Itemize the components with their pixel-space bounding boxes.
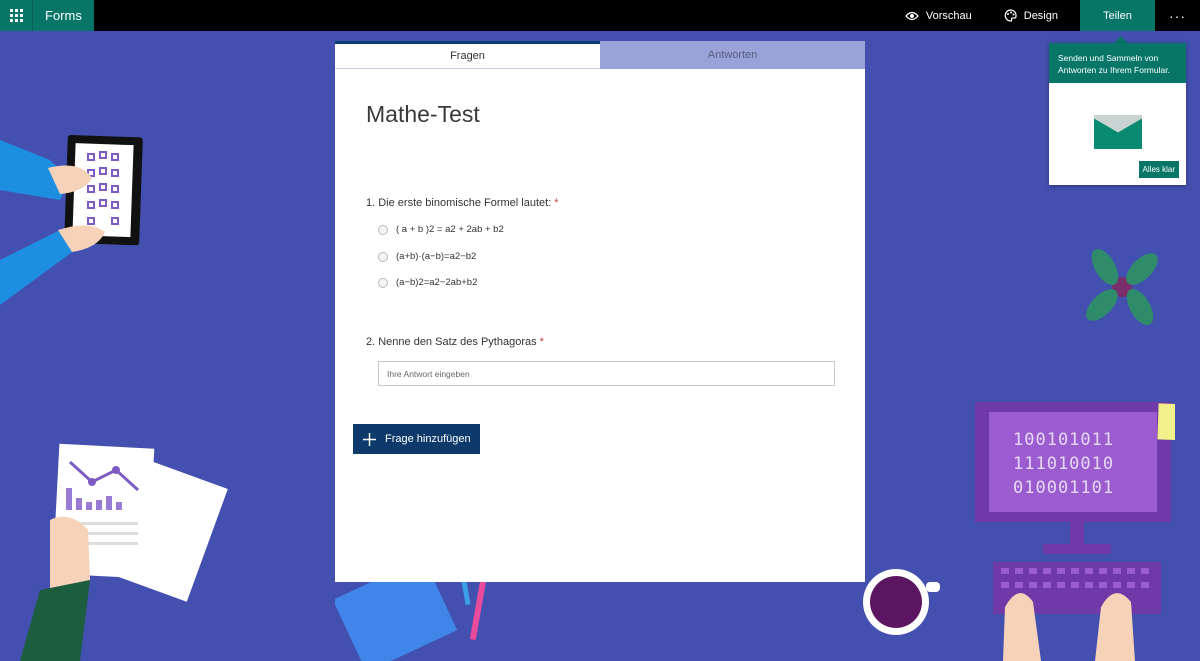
chart-papers-illustration: [20, 443, 228, 661]
design-button[interactable]: Design: [988, 0, 1074, 31]
waffle-icon: [9, 9, 23, 22]
design-label: Design: [1023, 9, 1058, 22]
binary-line: 010001101: [1013, 478, 1115, 498]
add-question-button[interactable]: Frage hinzufügen: [353, 424, 480, 454]
question-1-option-2[interactable]: (a+b)·(a−b)=a2−b2: [378, 251, 476, 262]
question-1-option-1[interactable]: ( a + b )2 = a2 + 2ab + b2: [378, 224, 504, 235]
radio-button[interactable]: [378, 224, 388, 235]
question-2-text: 2. Nenne den Satz des Pythagoras: [366, 336, 537, 348]
monitor-illustration: 100101011 111010010 010001101: [975, 402, 1175, 661]
popover-text: Senden und Sammeln von Antworten zu Ihre…: [1049, 43, 1186, 83]
got-it-button[interactable]: Alles klar: [1138, 161, 1179, 178]
required-marker: *: [554, 197, 559, 209]
required-marker: *: [539, 336, 544, 348]
leaf-plant-illustration: [1086, 248, 1158, 326]
binary-line: 100101011: [1013, 430, 1115, 450]
question-1-title[interactable]: 1. Die erste binomische Formel lautet: *: [366, 197, 559, 209]
coffee-cup-illustration: [863, 569, 940, 635]
top-bar: Forms Vorschau Design Teilen ···: [0, 0, 1200, 31]
binary-line: 111010010: [1013, 454, 1115, 474]
form-title[interactable]: Mathe-Test: [366, 101, 480, 128]
option-label: (a+b)·(a−b)=a2−b2: [396, 251, 477, 262]
option-label: (a−b)2=a2−2ab+b2: [396, 277, 478, 288]
book-illustration: [335, 575, 487, 661]
question-1-text: 1. Die erste binomische Formel lautet:: [366, 197, 552, 209]
preview-button[interactable]: Vorschau: [889, 0, 988, 31]
app-name[interactable]: Forms: [32, 0, 94, 31]
plus-icon: [363, 432, 376, 446]
question-2-title[interactable]: 2. Nenne den Satz des Pythagoras *: [366, 336, 544, 348]
radio-button[interactable]: [378, 277, 388, 288]
more-options-button[interactable]: ···: [1155, 0, 1200, 31]
popover-arrow: [1114, 36, 1128, 43]
envelope-icon: [1094, 115, 1142, 149]
option-label: ( a + b )2 = a2 + 2ab + b2: [396, 224, 504, 235]
question-1-option-3[interactable]: (a−b)2=a2−2ab+b2: [378, 277, 477, 288]
palette-icon: [1004, 9, 1017, 22]
tab-questions[interactable]: Fragen: [335, 41, 600, 69]
form-tabs: Fragen Antworten: [335, 41, 865, 69]
app-launcher-button[interactable]: [0, 0, 32, 31]
tab-responses[interactable]: Antworten: [600, 41, 865, 69]
share-button[interactable]: Teilen: [1080, 0, 1155, 31]
preview-label: Vorschau: [925, 9, 972, 22]
add-question-label: Frage hinzufügen: [385, 433, 471, 445]
form-card: Fragen Antworten Mathe-Test 1. Die erste…: [335, 41, 865, 582]
tablet-illustration: [0, 134, 143, 305]
eye-icon: [905, 11, 919, 20]
share-tip-popover: Senden und Sammeln von Antworten zu Ihre…: [1049, 43, 1186, 185]
radio-button[interactable]: [378, 251, 388, 262]
question-2-answer-input[interactable]: [378, 361, 835, 386]
